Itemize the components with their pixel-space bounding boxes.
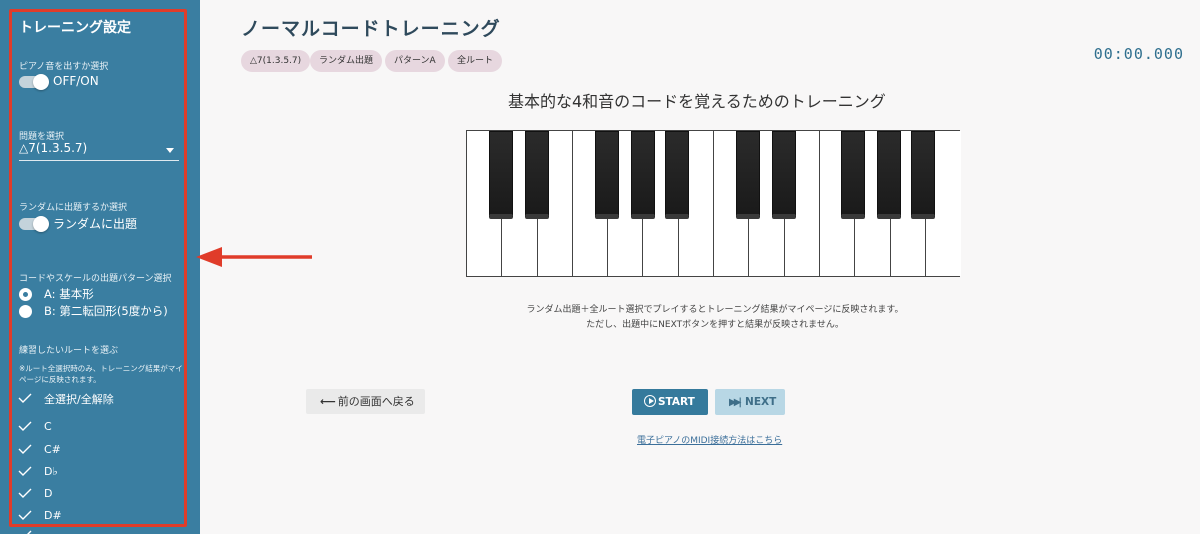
next-button[interactable]: ▶▶| NEXT <box>715 389 785 415</box>
piano-sound-toggle-text: OFF/ON <box>53 74 99 88</box>
problem-select-value: △7(1.3.5.7) <box>19 141 88 155</box>
select-all-label[interactable]: 全選択/全解除 <box>44 391 114 407</box>
piano-keyboard[interactable] <box>466 130 962 277</box>
black-key[interactable] <box>489 131 513 219</box>
arrow-left-icon: ⟵ <box>320 395 336 408</box>
sidebar-title: トレーニング設定 <box>19 20 131 36</box>
start-button-label: START <box>658 396 695 408</box>
root-csharp-check-icon[interactable] <box>18 444 32 454</box>
root-item-label[interactable]: D# <box>44 509 62 522</box>
root-dflat-check-icon[interactable] <box>18 466 32 476</box>
roots-note: ※ルート全選択時のみ、トレーニング結果がマイページに反映されます。 <box>19 364 183 384</box>
random-label: ランダムに出題するか選択 <box>19 203 128 213</box>
root-d-check-icon[interactable] <box>18 488 32 498</box>
info-text: ランダム出題＋全ルート選択でプレイするとトレーニング結果がマイページに反映されま… <box>470 303 960 333</box>
next-button-label: NEXT <box>745 396 777 408</box>
training-subtitle: 基本的な4和音のコードを覚えるためのトレーニング <box>508 92 886 111</box>
start-button[interactable]: START <box>632 389 708 415</box>
midi-help-link[interactable]: 電子ピアノのMIDI接続方法はこちら <box>637 433 782 446</box>
pattern-option-a-label: A: 基本形 <box>44 287 94 301</box>
black-key[interactable] <box>736 131 760 219</box>
black-key[interactable] <box>595 131 619 219</box>
root-item-label[interactable]: D♭ <box>44 465 58 478</box>
black-key[interactable] <box>631 131 655 219</box>
skip-forward-icon: ▶▶| <box>729 397 742 408</box>
pattern-label: コードやスケールの出題パターン選択 <box>19 274 172 284</box>
root-item-label[interactable]: C# <box>44 443 61 456</box>
info-line-1: ランダム出題＋全ルート選択でプレイするとトレーニング結果がマイページに反映されま… <box>526 305 904 315</box>
problem-select[interactable]: △7(1.3.5.7) <box>19 141 179 161</box>
chip-pattern: パターンA <box>385 50 445 72</box>
pattern-option-b-label: B: 第二転回形(5度から) <box>44 304 168 318</box>
toggle-knob <box>33 216 49 232</box>
chip-chord: △7(1.3.5.7) <box>241 50 311 72</box>
play-circle-icon <box>644 395 656 407</box>
back-button-label: 前の画面へ戻る <box>337 395 415 408</box>
select-all-check-icon[interactable] <box>18 393 32 403</box>
pattern-radio-b[interactable] <box>19 305 32 318</box>
root-item-label[interactable]: C <box>44 420 52 433</box>
black-key[interactable] <box>772 131 796 219</box>
info-line-2: ただし、出題中にNEXTボタンを押すと結果が反映されません。 <box>586 320 844 330</box>
root-c-check-icon[interactable] <box>18 421 32 431</box>
black-key[interactable] <box>911 131 935 219</box>
timer: 00:00.000 <box>1093 45 1184 63</box>
page-title: ノーマルコードトレーニング <box>241 18 501 40</box>
back-button[interactable]: ⟵ 前の画面へ戻る <box>306 389 425 414</box>
random-toggle[interactable] <box>19 216 49 232</box>
root-item-label[interactable]: D <box>44 487 52 500</box>
arrow-left-icon <box>196 247 312 267</box>
black-key[interactable] <box>841 131 865 219</box>
roots-label: 練習したいルートを選ぶ <box>19 346 119 356</box>
sidebar: トレーニング設定 ピアノ音を出すか選択 OFF/ON 問題を選択 △7(1.3.… <box>0 0 200 534</box>
chip-random: ランダム出題 <box>310 50 383 72</box>
black-key[interactable] <box>877 131 901 219</box>
root-dsharp-check-icon[interactable] <box>18 510 32 520</box>
root-more-check-icon[interactable] <box>18 530 32 534</box>
random-toggle-text: ランダムに出題 <box>53 217 138 231</box>
piano-sound-label: ピアノ音を出すか選択 <box>19 62 109 72</box>
toggle-knob <box>33 74 49 90</box>
chip-roots: 全ルート <box>448 50 503 72</box>
pattern-radio-a[interactable] <box>19 288 32 301</box>
piano-sound-toggle[interactable] <box>19 74 49 90</box>
chevron-down-icon <box>166 148 174 153</box>
black-key[interactable] <box>665 131 689 219</box>
black-key[interactable] <box>525 131 549 219</box>
